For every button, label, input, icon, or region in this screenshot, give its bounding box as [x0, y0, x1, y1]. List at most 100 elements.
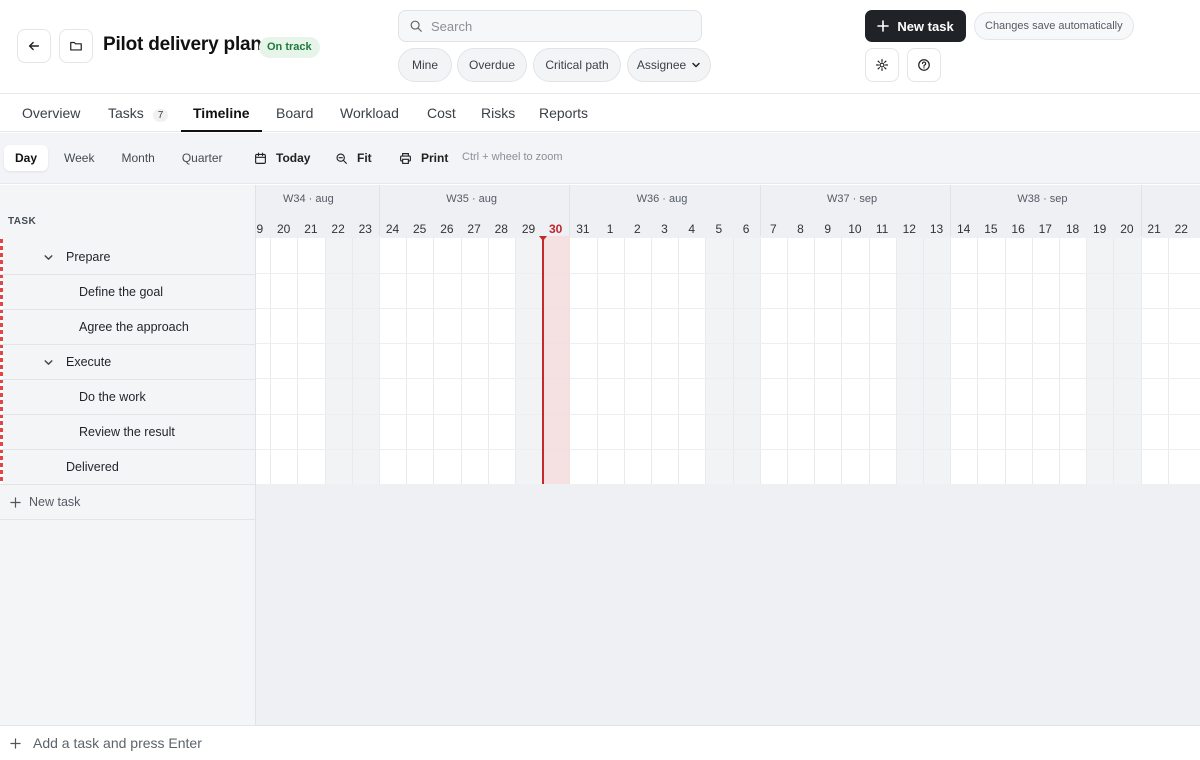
today-column	[542, 236, 571, 484]
weekend-column	[732, 238, 760, 484]
grid-column-line	[705, 238, 707, 484]
gear-icon	[875, 58, 889, 72]
day-number: 23	[358, 222, 372, 236]
grid-column-line	[460, 238, 462, 484]
task-row[interactable]: Prepare	[0, 240, 256, 275]
day-number: 5	[715, 222, 723, 236]
day-number: 21	[1147, 222, 1161, 236]
day-number: 27	[467, 222, 481, 236]
tab-timeline[interactable]: Timeline	[181, 94, 262, 132]
task-row[interactable]: Delivered	[0, 450, 256, 485]
autosave-status: Changes save automatically	[974, 12, 1134, 40]
search-icon	[410, 20, 422, 32]
scale-day[interactable]: Day	[4, 145, 49, 171]
folder-icon	[70, 41, 82, 51]
scale-week[interactable]: Week	[53, 145, 105, 171]
quick-add-input[interactable]	[33, 735, 433, 751]
tab-reports[interactable]: Reports	[539, 94, 588, 132]
tab-board[interactable]: Board	[276, 94, 313, 132]
filter-critical-path-label: Critical path	[545, 58, 609, 72]
tab-workload[interactable]: Workload	[340, 94, 399, 132]
grid-column-line	[923, 238, 924, 484]
add-task-label: New task	[29, 495, 81, 509]
grid-row-line	[256, 378, 1200, 380]
day-number: 15	[984, 222, 998, 236]
grid-column-line	[732, 238, 734, 484]
help-button[interactable]	[907, 48, 941, 82]
new-task-button[interactable]: New task	[865, 10, 966, 42]
day-number: 6	[742, 222, 750, 236]
chevron-down-icon	[692, 62, 700, 68]
today-button-label: Today	[276, 151, 311, 165]
zoom-icon	[336, 152, 347, 164]
timeline-toolbar: Day Week Month Quarter Today Fit Print C…	[0, 133, 1200, 184]
today-marker	[539, 236, 548, 241]
day-number: 10	[848, 222, 862, 236]
filter-overdue-label: Overdue	[468, 58, 516, 72]
grid-column-line	[1086, 238, 1088, 484]
week-label: W36 · aug	[636, 193, 688, 205]
week-label: W37 · sep	[827, 193, 878, 205]
filter-assignee-dropdown[interactable]: Assignee	[627, 48, 711, 82]
day-number: 7	[769, 222, 777, 236]
day-number: 22	[1174, 222, 1188, 236]
grid-column-line	[596, 238, 598, 484]
timeline-grid[interactable]: W34 · aug W35 · aug W36 · aug W37 · sep W38 …	[256, 185, 1200, 725]
filter-mine-chip[interactable]: Mine	[398, 48, 452, 82]
add-task-row[interactable]: New task	[0, 485, 256, 520]
today-line	[542, 236, 545, 484]
timeline-canvas[interactable]	[256, 238, 1200, 484]
fit-button[interactable]: Fit	[335, 151, 372, 165]
day-number: 3	[661, 222, 668, 236]
day-number: 25	[413, 222, 427, 236]
grid-column-line	[759, 238, 761, 484]
back-button[interactable]	[17, 29, 51, 63]
folder-button[interactable]	[59, 29, 93, 63]
task-row[interactable]: Define the goal	[0, 275, 256, 310]
search-box[interactable]	[398, 10, 702, 42]
filter-assignee-label: Assignee	[636, 58, 687, 72]
calendar-icon	[255, 152, 266, 164]
today-button[interactable]: Today	[254, 151, 310, 165]
task-row[interactable]: Execute	[0, 345, 256, 380]
tab-cost[interactable]: Cost	[427, 94, 456, 132]
grid-column-line	[651, 238, 652, 484]
grid-column-line	[351, 238, 353, 484]
week-label: W38 · sep	[1017, 193, 1068, 205]
task-list-panel: TASK Prepare Define the goal Agree the app…	[0, 185, 256, 725]
grid-column-line	[1140, 238, 1142, 484]
weekend-column	[515, 238, 543, 484]
task-row-label: Execute	[66, 355, 112, 369]
filter-critical-path-chip[interactable]: Critical path	[533, 48, 621, 82]
chevron-down-icon[interactable]	[43, 252, 54, 263]
task-row[interactable]: Review the result	[0, 415, 256, 450]
filter-overdue-chip[interactable]: Overdue	[457, 48, 527, 82]
tab-risks[interactable]: Risks	[481, 94, 515, 132]
help-icon	[918, 59, 930, 71]
printer-icon	[400, 152, 411, 164]
day-number: 20	[277, 222, 291, 236]
plus-icon	[10, 496, 21, 508]
grid-column-line	[678, 238, 680, 484]
grid-column-line	[977, 238, 979, 484]
task-row-label: Delivered	[66, 460, 119, 474]
scale-month[interactable]: Month	[110, 145, 165, 171]
day-number: 26	[440, 222, 454, 236]
day-number: 8	[797, 222, 804, 236]
scale-switcher: Day Week Month Quarter	[4, 143, 239, 173]
scale-quarter[interactable]: Quarter	[171, 145, 234, 171]
zoom-hint: Ctrl + wheel to zoom	[462, 151, 563, 163]
day-number: 19	[256, 222, 264, 236]
search-input[interactable]	[431, 18, 671, 34]
tab-overview[interactable]: Overview	[22, 94, 80, 132]
task-row[interactable]: Agree the approach	[0, 310, 256, 345]
tab-tasks[interactable]: Tasks 7	[108, 94, 169, 132]
settings-button[interactable]	[865, 48, 899, 82]
chevron-down-icon[interactable]	[43, 357, 54, 368]
print-button[interactable]: Print	[399, 151, 448, 165]
task-row[interactable]: Do the work	[0, 380, 256, 415]
day-number: 1	[606, 222, 614, 236]
plus-icon	[877, 20, 890, 32]
grid-column-line	[515, 238, 516, 484]
day-number: 24	[385, 222, 400, 236]
